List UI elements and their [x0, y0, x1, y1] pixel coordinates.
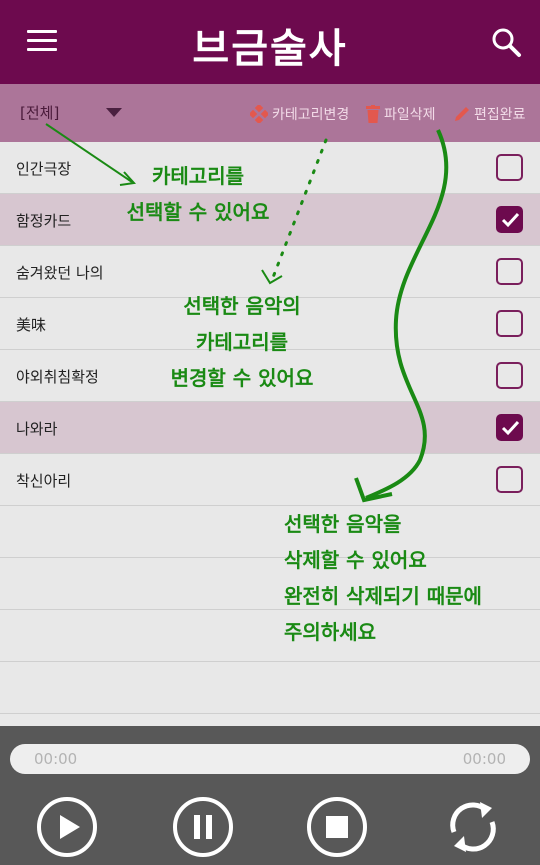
- app-title: 브금술사: [192, 26, 348, 72]
- category-dropdown[interactable]: [전체]: [20, 102, 59, 126]
- song-row[interactable]: 함정카드: [0, 194, 540, 246]
- song-list: 인간극장 함정카드 숨겨왔던 나의 美味 야외취침확정 나와라 착신아리: [0, 142, 540, 714]
- empty-row: [0, 662, 540, 714]
- app-header: 브금술사: [0, 0, 540, 84]
- checkmark-icon: [501, 212, 520, 228]
- total-time: 00:00: [462, 750, 506, 768]
- trash-icon: [366, 105, 380, 123]
- song-checkbox[interactable]: [496, 258, 523, 285]
- app-screen: 브금술사 [전체] 카테고리변경 파일삭제 편집완료 인간극장 함정카드 숨겨왔…: [0, 0, 540, 865]
- empty-row: [0, 558, 540, 610]
- seek-bar[interactable]: 00:00 00:00: [10, 744, 530, 774]
- song-checkbox[interactable]: [496, 362, 523, 389]
- search-icon[interactable]: [490, 26, 522, 58]
- player-bar: 00:00 00:00: [0, 726, 540, 865]
- song-title: 숨겨왔던 나의: [16, 264, 104, 282]
- edit-toolbar: [전체] 카테고리변경 파일삭제 편집완료: [0, 84, 540, 142]
- song-row[interactable]: 나와라: [0, 402, 540, 454]
- chevron-down-icon[interactable]: [106, 108, 122, 117]
- change-category-label: 카테고리변경: [272, 107, 350, 123]
- song-row[interactable]: 착신아리: [0, 454, 540, 506]
- song-row[interactable]: 美味: [0, 298, 540, 350]
- empty-row: [0, 610, 540, 662]
- song-title: 인간극장: [16, 160, 72, 178]
- edit-done-label: 편집완료: [474, 107, 526, 123]
- song-title: 美味: [16, 316, 47, 334]
- change-category-button[interactable]: 카테고리변경: [250, 102, 349, 126]
- song-checkbox[interactable]: [496, 154, 523, 181]
- play-button[interactable]: [36, 796, 98, 858]
- stop-button[interactable]: [306, 796, 368, 858]
- pause-icon: [173, 797, 233, 857]
- song-checkbox[interactable]: [496, 310, 523, 337]
- current-time: 00:00: [34, 750, 78, 768]
- play-icon: [37, 797, 97, 857]
- empty-row: [0, 506, 540, 558]
- song-title: 착신아리: [16, 472, 72, 490]
- song-row[interactable]: 인간극장: [0, 142, 540, 194]
- delete-file-button[interactable]: 파일삭제: [366, 102, 436, 126]
- pencil-icon: [455, 107, 469, 121]
- song-title: 야외취침확정: [16, 368, 99, 386]
- checkmark-icon: [501, 420, 520, 436]
- song-checkbox[interactable]: [496, 466, 523, 493]
- song-row[interactable]: 숨겨왔던 나의: [0, 246, 540, 298]
- delete-file-label: 파일삭제: [384, 107, 436, 123]
- song-title: 나와라: [16, 420, 58, 438]
- category-icon: [250, 105, 268, 123]
- song-row[interactable]: 야외취침확정: [0, 350, 540, 402]
- song-checkbox[interactable]: [496, 206, 523, 233]
- pause-button[interactable]: [172, 796, 234, 858]
- song-title: 함정카드: [16, 212, 72, 230]
- song-checkbox[interactable]: [496, 414, 523, 441]
- repeat-icon: [450, 802, 496, 852]
- stop-icon: [307, 797, 367, 857]
- edit-done-button[interactable]: 편집완료: [454, 102, 526, 126]
- repeat-button[interactable]: [442, 796, 504, 858]
